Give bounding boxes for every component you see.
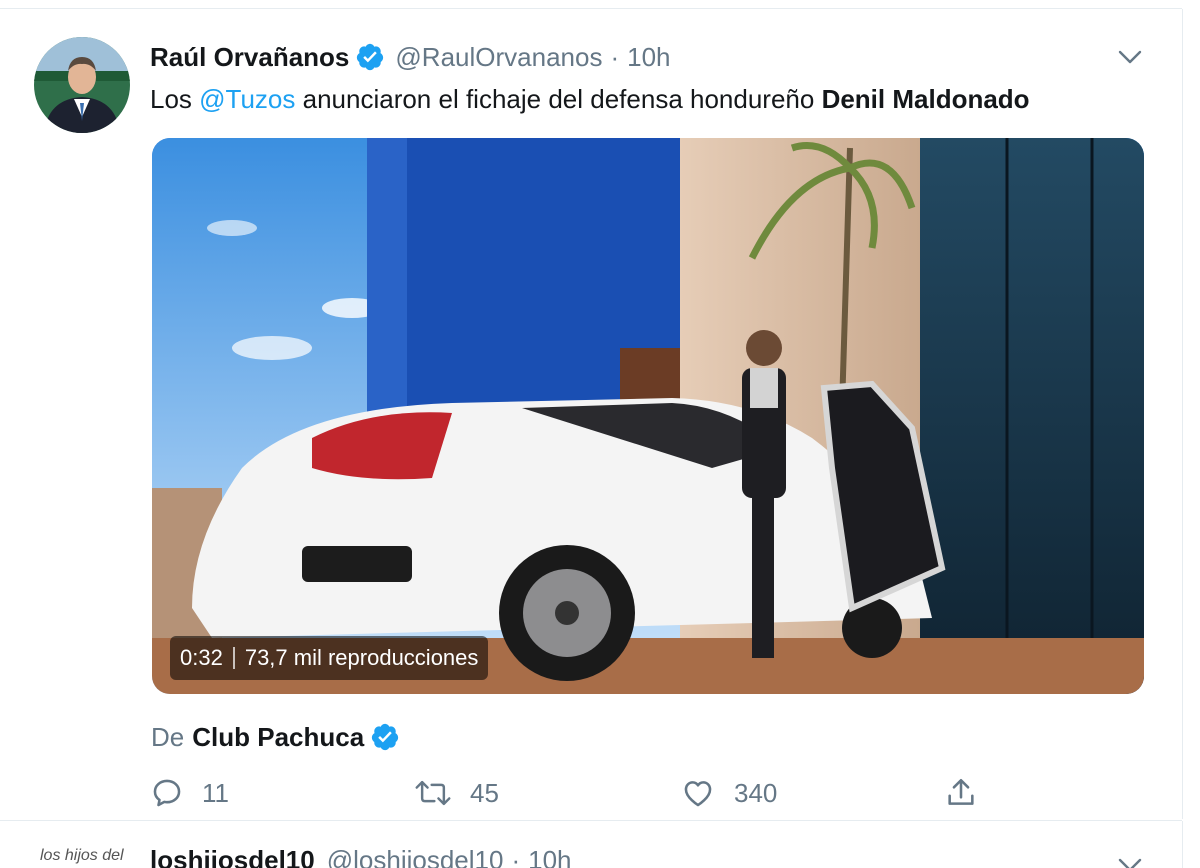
video-duration: 0:32 <box>180 645 223 670</box>
attribution-prefix: De <box>151 721 185 752</box>
next-display-name[interactable]: loshijosdel10 <box>150 845 315 868</box>
display-name[interactable]: Raúl Orvañanos <box>150 42 349 73</box>
badge-divider <box>232 647 235 669</box>
timestamp[interactable]: 10h <box>627 42 670 73</box>
next-tweet-header: loshijosdel10 @loshijosdel10 · 10h <box>150 845 572 868</box>
verified-badge-icon <box>355 42 385 72</box>
tweet-text-bold: Denil Maldonado <box>821 84 1030 114</box>
verified-badge-icon <box>370 722 400 752</box>
heart-icon <box>680 776 716 810</box>
next-separator-dot: · <box>511 845 521 868</box>
reply-count: 11 <box>202 777 229 808</box>
next-timestamp[interactable]: 10h <box>528 845 571 868</box>
avatar[interactable] <box>34 37 130 133</box>
attribution-account[interactable]: Club Pachuca <box>192 722 364 753</box>
retweet-button[interactable]: 45 <box>414 771 499 815</box>
retweet-icon <box>414 776 452 810</box>
like-count: 340 <box>734 777 778 808</box>
retweet-count: 45 <box>470 777 499 808</box>
video-badge: 0:32 73,7 mil reproducciones <box>170 636 489 680</box>
tweet[interactable]: Raúl Orvañanos @RaulOrvananos · 10h Los … <box>0 9 1183 819</box>
reply-icon <box>150 776 184 810</box>
next-handle[interactable]: @loshijosdel10 <box>327 845 504 868</box>
attribution: De Club Pachuca <box>151 717 410 757</box>
mention-link[interactable]: @Tuzos <box>199 84 295 114</box>
handle[interactable]: @RaulOrvananos <box>395 42 602 73</box>
share-button[interactable] <box>944 771 978 815</box>
tweet-text: Los @Tuzos anunciaron el fichaje del def… <box>150 81 1030 117</box>
reply-button[interactable]: 11 <box>150 771 229 815</box>
separator-dot: · <box>610 41 620 72</box>
video-views: 73,7 mil reproducciones <box>244 645 479 670</box>
tweet-text-prefix: Los <box>150 84 200 114</box>
chevron-down-icon[interactable] <box>1116 45 1144 69</box>
top-border <box>0 0 1182 9</box>
video-player[interactable]: 0:32 73,7 mil reproducciones <box>152 138 1144 694</box>
tweet-actions: 11 45 340 <box>150 771 990 815</box>
next-tweet[interactable]: los hijos del loshijosdel10 @loshijosdel… <box>0 821 1183 868</box>
tweet-header: Raúl Orvañanos @RaulOrvananos · 10h <box>150 39 671 75</box>
tweet-text-middle: anunciaron el fichaje del defensa hondur… <box>295 84 822 114</box>
chevron-down-icon[interactable] <box>1116 853 1144 868</box>
next-avatar[interactable]: los hijos del <box>40 847 130 868</box>
share-icon <box>944 776 978 810</box>
like-button[interactable]: 340 <box>680 771 777 815</box>
